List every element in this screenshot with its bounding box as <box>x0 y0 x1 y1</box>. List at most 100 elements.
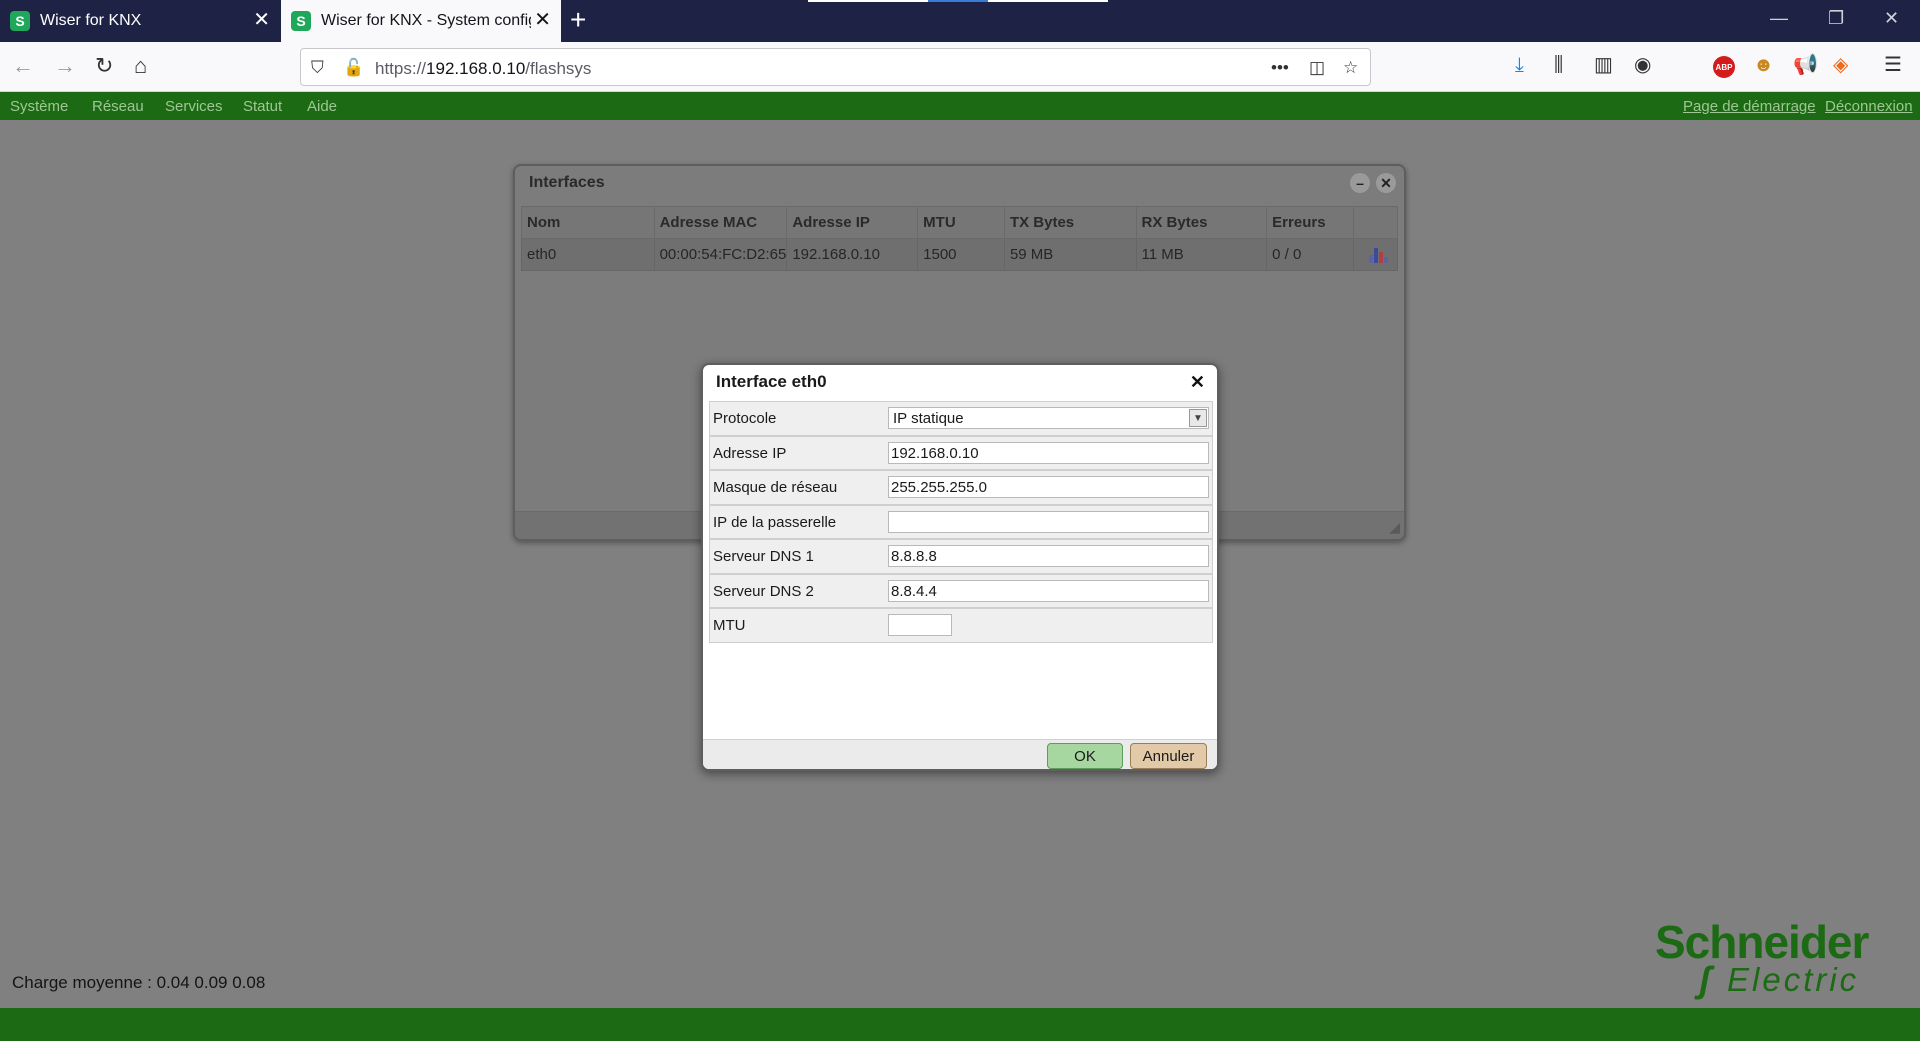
cell-actions <box>1353 238 1398 271</box>
home-icon[interactable]: ⌂ <box>134 54 147 78</box>
extension-diamond-icon[interactable]: ◈ <box>1833 54 1848 76</box>
logout-link[interactable]: Déconnexion <box>1825 98 1913 115</box>
tab-title: Wiser for KNX <box>40 12 142 29</box>
tampermonkey-icon[interactable]: ☻ <box>1753 54 1774 76</box>
menu-systeme[interactable]: Système <box>10 98 68 115</box>
column-header[interactable]: Adresse MAC <box>653 206 788 239</box>
browser-tab-wiser[interactable]: S Wiser for KNX ✕ <box>0 0 280 42</box>
browser-navigation-bar: ← → ↻ ⌂ ⛉ 🔓 https://192.168.0.10/flashsy… <box>0 42 1920 92</box>
adblock-icon[interactable]: ABP <box>1713 56 1735 78</box>
mtu-input[interactable] <box>888 614 952 636</box>
protocol-select[interactable]: IP statique ▼ <box>888 407 1209 429</box>
form-row-dns2: Serveur DNS 2 8.8.4.4 <box>709 573 1213 608</box>
column-header[interactable]: TX Bytes <box>1003 206 1137 239</box>
address-bar[interactable]: ⛉ 🔓 https://192.168.0.10/flashsys ••• ◫ … <box>300 48 1371 86</box>
start-page-link[interactable]: Page de démarrage <box>1683 98 1816 115</box>
browser-tab-system-config[interactable]: S Wiser for KNX - System configuration ✕ <box>281 0 561 42</box>
form-row-adresse-ip: Adresse IP 192.168.0.10 <box>709 435 1213 470</box>
logo-line2: Electric <box>1727 961 1860 998</box>
forward-icon[interactable]: → <box>54 54 76 78</box>
sidebar-icon[interactable]: ▥ <box>1594 54 1613 76</box>
bookmark-star-icon[interactable]: ☆ <box>1343 58 1358 78</box>
form-row-masque: Masque de réseau 255.255.255.0 <box>709 470 1213 505</box>
field-label: Adresse IP <box>713 444 787 462</box>
menu-aide[interactable]: Aide <box>307 98 337 115</box>
menu-statut[interactable]: Statut <box>243 98 282 115</box>
dns2-input[interactable]: 8.8.4.4 <box>888 579 1209 602</box>
chevron-down-icon[interactable]: ▼ <box>1189 409 1207 427</box>
form-row-protocole: Protocole IP statique ▼ <box>709 401 1213 436</box>
minimize-icon[interactable]: – <box>1350 173 1370 193</box>
table-header-row: Nom Adresse MAC Adresse IP MTU TX Bytes … <box>521 206 1398 239</box>
restore-window-icon[interactable]: ❐ <box>1828 8 1844 29</box>
close-tab-icon[interactable]: ✕ <box>253 10 270 30</box>
reload-icon[interactable]: ↻ <box>95 54 113 78</box>
field-label: Serveur DNS 1 <box>713 548 814 565</box>
form-row-mtu: MTU <box>709 608 1213 643</box>
form-row-passerelle: IP de la passerelle <box>709 504 1213 539</box>
tab-title: Wiser for KNX - System configuration <box>321 12 531 29</box>
field-label: Serveur DNS 2 <box>713 582 814 600</box>
field-label: IP de la passerelle <box>713 513 837 531</box>
table-row[interactable]: eth0 00:00:54:FC:D2:65 192.168.0.10 1500… <box>521 238 1398 271</box>
hamburger-menu-icon[interactable]: ☰ <box>1884 54 1902 76</box>
form-row-dns1: Serveur DNS 1 8.8.8.8 <box>709 539 1213 574</box>
cancel-button[interactable]: Annuler <box>1130 743 1207 769</box>
interfaces-table: Nom Adresse MAC Adresse IP MTU TX Bytes … <box>521 206 1398 271</box>
insecure-lock-icon[interactable]: 🔓 <box>343 58 364 78</box>
close-icon[interactable]: ✕ <box>1190 372 1205 393</box>
cell-mac: 00:00:54:FC:D2:65 <box>653 238 788 271</box>
cell-mtu: 1500 <box>917 238 1005 271</box>
menu-services[interactable]: Services <box>165 98 223 115</box>
resize-grip-icon[interactable]: ◢ <box>1389 519 1400 536</box>
field-label: Protocole <box>713 410 777 427</box>
column-header-actions <box>1353 206 1398 239</box>
wiser-favicon-icon: S <box>10 11 30 31</box>
megaphone-extension-icon[interactable]: 📢 <box>1793 54 1818 76</box>
column-header[interactable]: Nom <box>521 206 655 239</box>
minimize-window-icon[interactable]: — <box>1770 8 1788 29</box>
column-header[interactable]: Adresse IP <box>786 206 919 239</box>
window-title: Interfaces <box>529 174 605 191</box>
cell-ip: 192.168.0.10 <box>786 238 919 271</box>
column-header[interactable]: RX Bytes <box>1135 206 1268 239</box>
page-actions-icon[interactable]: ••• <box>1271 58 1289 78</box>
dialog-title: Interface eth0 <box>716 372 827 391</box>
download-icon[interactable]: ⤓ <box>1515 54 1524 76</box>
interface-eth0-dialog: Interface eth0 ✕ Protocole IP statique ▼… <box>701 363 1219 771</box>
gateway-input[interactable] <box>888 510 1209 533</box>
menu-reseau[interactable]: Réseau <box>92 98 144 115</box>
field-label: Masque de réseau <box>713 479 838 496</box>
bottom-status-bar <box>0 1008 1920 1041</box>
url-text[interactable]: https://192.168.0.10/flashsys <box>375 59 591 79</box>
close-tab-icon[interactable]: ✕ <box>534 10 551 30</box>
app-menu-bar: Système Réseau Services Statut Aide Page… <box>0 92 1920 120</box>
column-header[interactable]: MTU <box>917 206 1005 239</box>
back-icon[interactable]: ← <box>12 54 34 78</box>
shield-icon[interactable]: ⛉ <box>311 58 324 78</box>
cell-nom: eth0 <box>521 238 655 271</box>
dialog-form: Protocole IP statique ▼ Adresse IP 192.1… <box>709 401 1213 643</box>
pocket-icon[interactable]: ◫ <box>1309 58 1325 78</box>
close-window-icon[interactable]: ✕ <box>1884 8 1899 29</box>
schneider-electric-logo: Schneider ʃ Electric <box>1655 915 1910 1000</box>
bar-chart-icon[interactable] <box>1368 247 1389 264</box>
ok-button[interactable]: OK <box>1047 743 1123 769</box>
field-label: MTU <box>713 617 746 634</box>
dialog-footer: OK Annuler <box>703 739 1217 769</box>
library-icon[interactable]: ⫼ <box>1554 54 1563 76</box>
logo-swirl-icon: ʃ <box>1699 959 1711 1000</box>
browser-tab-bar: S Wiser for KNX ✕ S Wiser for KNX - Syst… <box>0 0 1920 42</box>
account-icon[interactable]: ◉ <box>1634 54 1651 76</box>
cell-erreurs: 0 / 0 <box>1266 238 1355 271</box>
column-header[interactable]: Erreurs <box>1266 206 1355 239</box>
new-tab-icon[interactable]: + <box>570 6 586 34</box>
netmask-input[interactable]: 255.255.255.0 <box>888 476 1209 498</box>
wiser-favicon-icon: S <box>291 11 311 31</box>
dns1-input[interactable]: 8.8.8.8 <box>888 545 1209 567</box>
cell-tx: 59 MB <box>1003 238 1137 271</box>
ip-address-input[interactable]: 192.168.0.10 <box>888 441 1209 464</box>
close-icon[interactable]: ✕ <box>1376 173 1396 193</box>
protocol-select-value: IP statique <box>893 410 964 427</box>
cell-rx: 11 MB <box>1135 238 1268 271</box>
